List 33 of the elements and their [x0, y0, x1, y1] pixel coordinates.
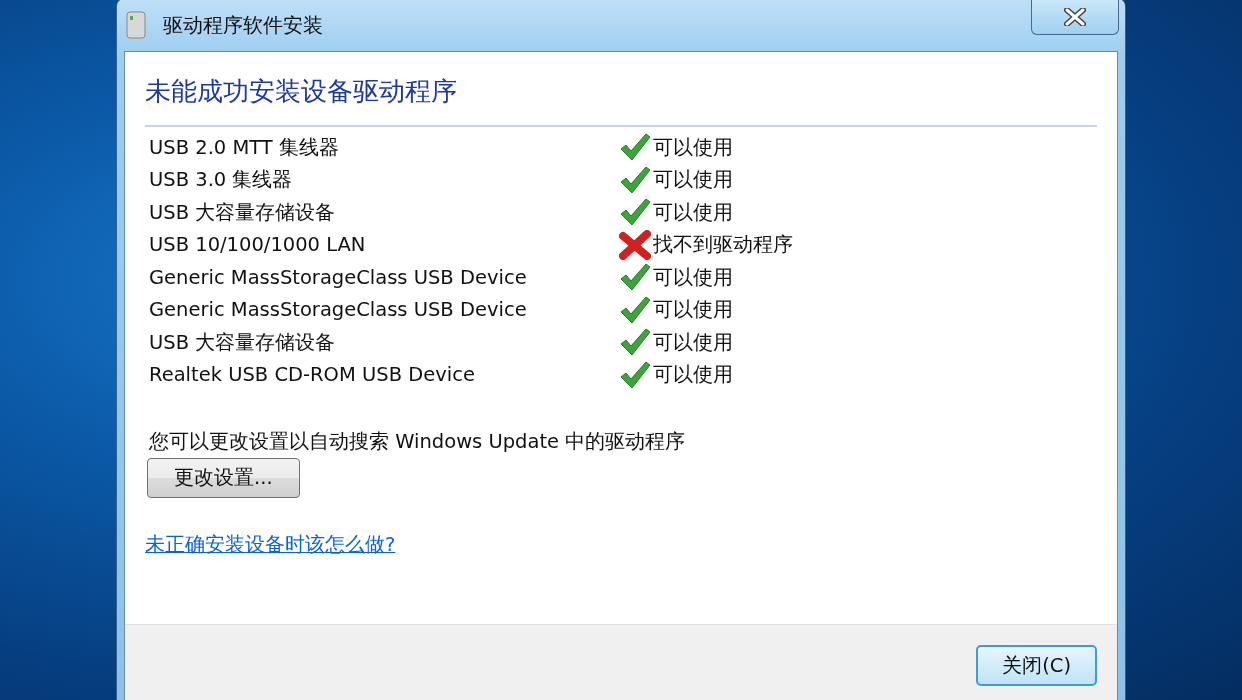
device-status: 可以使用: [653, 297, 733, 324]
close-dialog-button[interactable]: 关闭(C): [976, 645, 1097, 687]
device-name: USB 大容量存储设备: [149, 329, 337, 356]
device-status: 可以使用: [653, 167, 733, 194]
checkmark-icon: [619, 359, 651, 390]
dialog-heading: 未能成功安装设备驱动程序: [145, 75, 458, 108]
checkmark-icon: [619, 262, 651, 293]
device-name: USB 10/100/1000 LAN: [149, 232, 367, 259]
checkmark-icon: [619, 132, 651, 163]
device-status: 可以使用: [653, 329, 733, 356]
update-hint: 您可以更改设置以自动搜索 Windows Update 中的驱动程序: [149, 429, 687, 455]
device-status: 找不到驱动程序: [653, 232, 793, 259]
device-name: USB 2.0 MTT 集线器: [149, 134, 340, 161]
device-name: Generic MassStorageClass USB Device: [149, 264, 528, 291]
error-x-icon: [619, 229, 651, 260]
device-name: Realtek USB CD-ROM USB Device: [149, 362, 476, 389]
help-link[interactable]: 未正确安装设备时该怎么做?: [145, 529, 396, 559]
checkmark-icon: [619, 294, 651, 325]
checkmark-icon: [619, 197, 651, 228]
checkmark-icon: [619, 164, 651, 195]
device-name: Generic MassStorageClass USB Device: [149, 297, 528, 324]
device-name: USB 大容量存储设备: [149, 199, 337, 226]
device-status: 可以使用: [653, 264, 733, 291]
change-settings-button[interactable]: 更改设置...: [147, 458, 300, 498]
window-title: 驱动程序软件安装: [163, 12, 323, 39]
close-button[interactable]: [1031, 0, 1119, 35]
device-status: 可以使用: [653, 362, 733, 389]
device-name: USB 3.0 集线器: [149, 167, 294, 194]
device-status: 可以使用: [653, 134, 733, 161]
drive-icon: [125, 10, 147, 40]
device-status: 可以使用: [653, 199, 733, 226]
close-icon: [1064, 7, 1086, 26]
checkmark-icon: [619, 327, 651, 358]
